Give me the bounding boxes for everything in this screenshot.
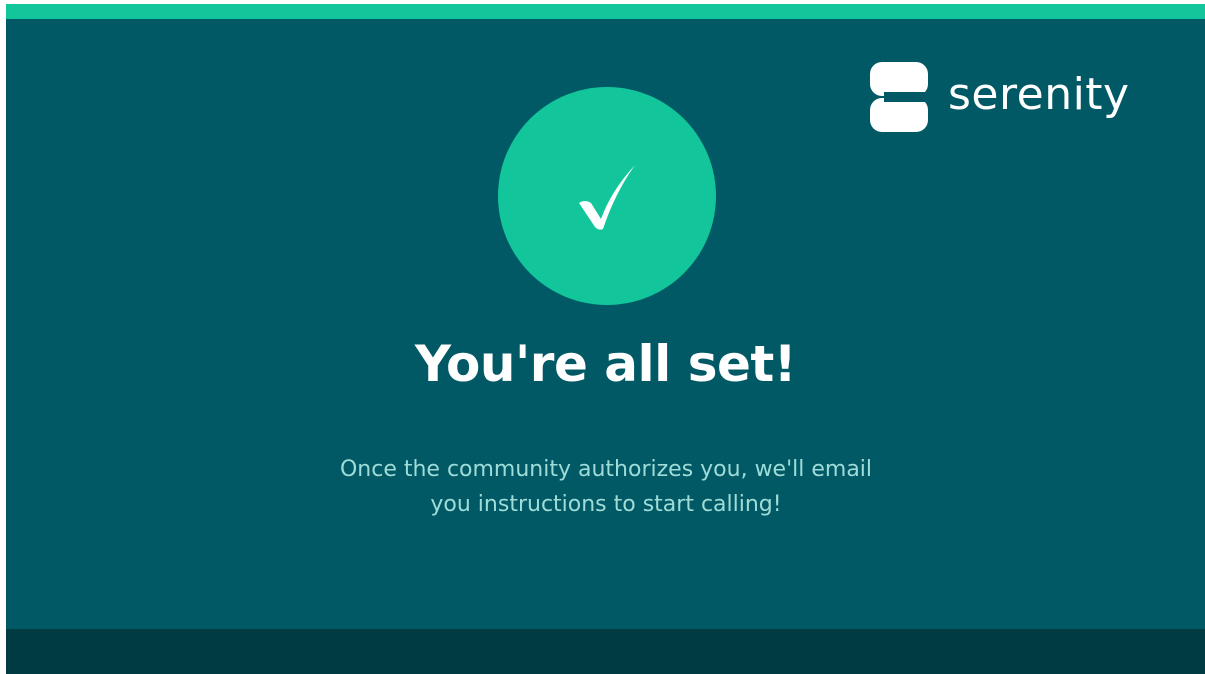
serenity-s-logo-icon: [870, 62, 928, 132]
confirmation-screen: serenity You're all set! Once the commun…: [6, 4, 1205, 674]
brand-name: serenity: [948, 69, 1130, 120]
footer-bar: [6, 629, 1205, 674]
success-badge: [498, 87, 716, 305]
checkmark-icon: [579, 165, 635, 230]
message-line-1: Once the community authorizes you, we'll…: [339, 457, 873, 482]
message-line-2: you instructions to start calling!: [430, 492, 782, 517]
serenity-logo: serenity: [870, 62, 1130, 132]
top-accent-bar: [6, 4, 1205, 19]
page-title: You're all set!: [414, 335, 797, 393]
confirmation-message: Once the community authorizes you, we'll…: [306, 452, 906, 522]
